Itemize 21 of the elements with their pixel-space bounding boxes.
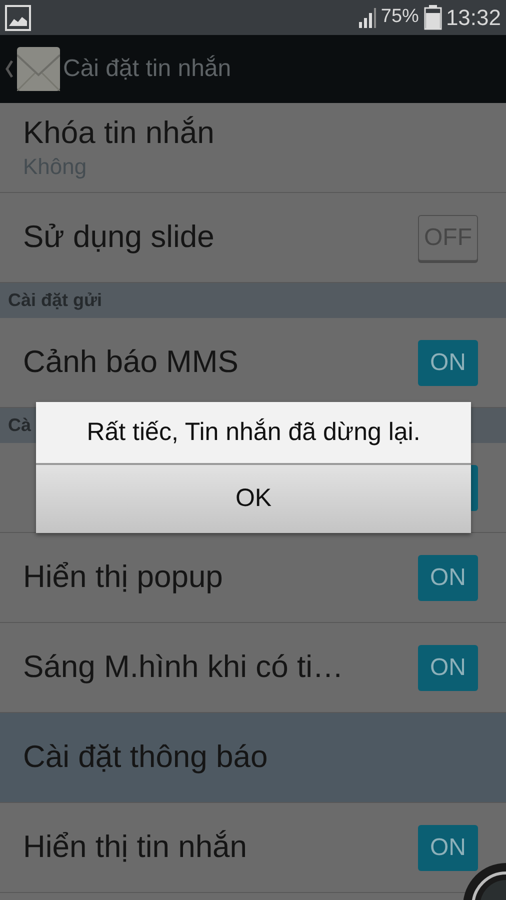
- dialog-message: Rất tiếc, Tin nhắn đã dừng lại.: [86, 416, 420, 448]
- back-icon[interactable]: [5, 60, 13, 78]
- toggle-switch[interactable]: ON: [418, 340, 478, 386]
- image-icon: [5, 4, 31, 30]
- battery-icon: [424, 5, 442, 30]
- toggle-switch[interactable]: ON: [418, 824, 478, 870]
- battery-percent: 75%: [380, 5, 419, 30]
- setting-title: Khóa tin nhắn: [23, 114, 216, 152]
- setting-title: Hiển thị popup: [23, 558, 223, 596]
- category-row[interactable]: Cài đặt thông báo: [0, 713, 506, 803]
- clock: 13:32: [446, 4, 501, 32]
- toggle-switch[interactable]: ON: [418, 554, 478, 600]
- setting-title: Hiển thị tin nhắn: [23, 828, 248, 866]
- setting-title: Sáng M.hình khi có ti…: [23, 648, 344, 686]
- toggle-switch[interactable]: ON: [418, 644, 478, 690]
- setting-title: Cảnh báo MMS: [23, 343, 238, 382]
- setting-title: Sử dụng slide: [23, 218, 214, 256]
- screen-title: Cài đặt tin nhắn: [63, 54, 232, 84]
- signal-icon: [358, 6, 378, 28]
- envelope-icon: [17, 47, 60, 91]
- ok-button[interactable]: OK: [36, 465, 471, 533]
